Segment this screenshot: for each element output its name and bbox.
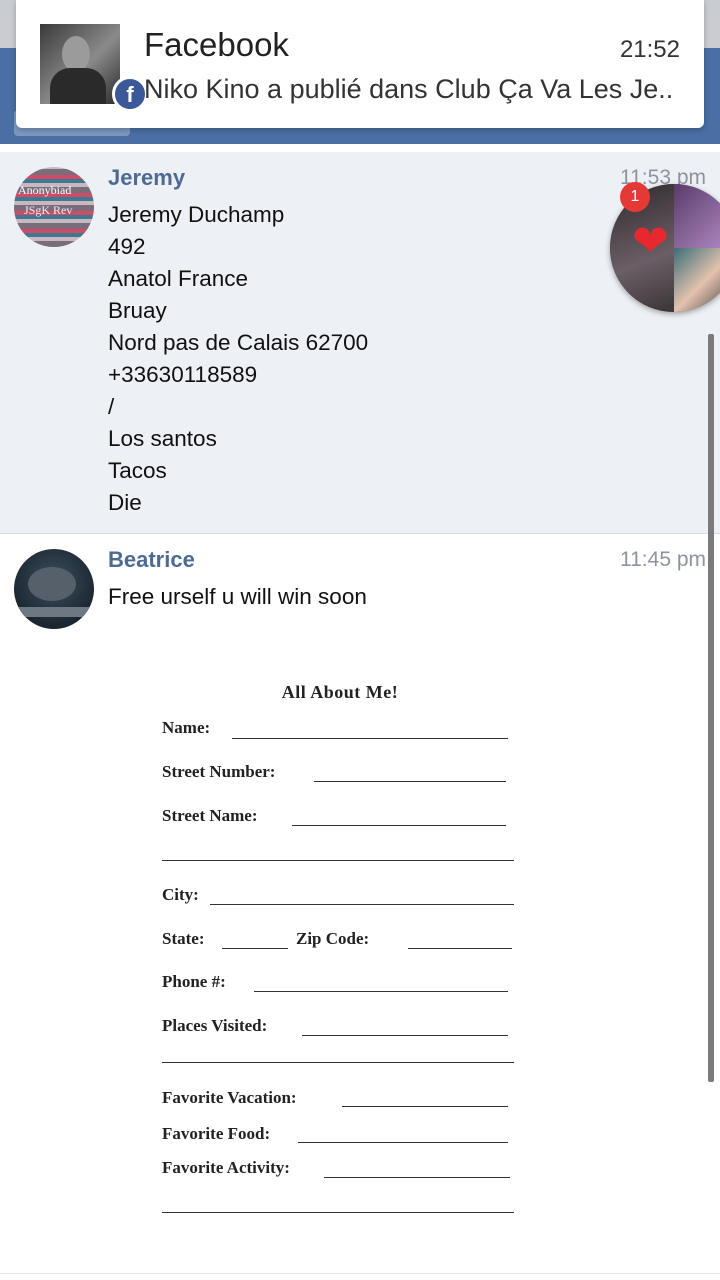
message-line: Los santos: [108, 426, 217, 451]
worksheet-field: State:: [162, 929, 205, 948]
worksheet-blank: [324, 1177, 510, 1178]
notification-app-name: Facebook: [144, 26, 289, 63]
worksheet-blank: [162, 860, 514, 861]
sender-name[interactable]: Beatrice: [108, 547, 195, 573]
message-line: Anatol France: [108, 266, 249, 291]
facebook-notification[interactable]: f Facebook 21:52 Niko Kino a publié dans…: [16, 0, 704, 128]
chat-head-badge: 1: [620, 182, 650, 212]
worksheet-blank: [408, 948, 512, 949]
worksheet-field: Street Name:: [162, 806, 258, 825]
message-line: Tacos: [108, 458, 167, 483]
worksheet-blank: [314, 781, 506, 782]
message-line: Bruay: [108, 298, 167, 323]
worksheet-field: Name:: [162, 718, 211, 737]
notification-text: Niko Kino a publié dans Club Ça Va Les J…: [144, 74, 674, 104]
worksheet-title: All About Me!: [281, 682, 399, 702]
message-line: Nord pas de Calais 62700: [108, 330, 369, 355]
message-line: Free urself u will win soon: [108, 584, 367, 609]
message-body: Jeremy Duchamp 492 Anatol France Bruay N…: [108, 199, 368, 519]
scrollbar[interactable]: [708, 334, 714, 1082]
message-time: 11:45 pm: [620, 548, 706, 571]
heart-icon: ❤: [632, 216, 669, 267]
message-line: Die: [108, 490, 142, 515]
worksheet-blank: [162, 1062, 514, 1063]
worksheet-blank: [210, 904, 514, 905]
worksheet-blank: [254, 991, 508, 992]
sender-name[interactable]: Jeremy: [108, 165, 185, 191]
worksheet-blank: [302, 1035, 508, 1036]
notification-avatar: [40, 24, 120, 104]
worksheet-field: Favorite Activity:: [162, 1158, 290, 1177]
worksheet-blank: [232, 738, 508, 739]
message-line: +33630118589: [108, 362, 258, 387]
worksheet-blank: [222, 948, 288, 949]
avatar[interactable]: Anonybiad JSgK Rev: [14, 167, 94, 247]
notification-time: 21:52: [619, 36, 680, 63]
message-body: Free urself u will win soon: [108, 581, 367, 613]
worksheet-field: Zip Code:: [296, 929, 370, 948]
message-line: Jeremy Duchamp: [108, 202, 285, 227]
worksheet-field: Favorite Vacation:: [162, 1088, 297, 1107]
avatar[interactable]: [14, 549, 94, 629]
worksheet-blank: [298, 1142, 508, 1143]
message-line: 492: [108, 234, 146, 259]
worksheet-blank: [292, 825, 506, 826]
worksheet-field: Favorite Food:: [162, 1124, 271, 1143]
worksheet-field: Phone #:: [162, 972, 226, 991]
worksheet-field: City:: [162, 885, 199, 904]
worksheet-blank: [162, 1212, 514, 1213]
worksheet-field: Places Visited:: [162, 1016, 268, 1035]
worksheet-blank: [342, 1106, 508, 1107]
worksheet-field: Street Number:: [162, 762, 276, 781]
facebook-f-icon: f: [112, 76, 148, 112]
message-line: /: [108, 394, 115, 419]
attached-worksheet-image[interactable]: All About Me! Name: Street Number: Stree…: [150, 670, 530, 1230]
